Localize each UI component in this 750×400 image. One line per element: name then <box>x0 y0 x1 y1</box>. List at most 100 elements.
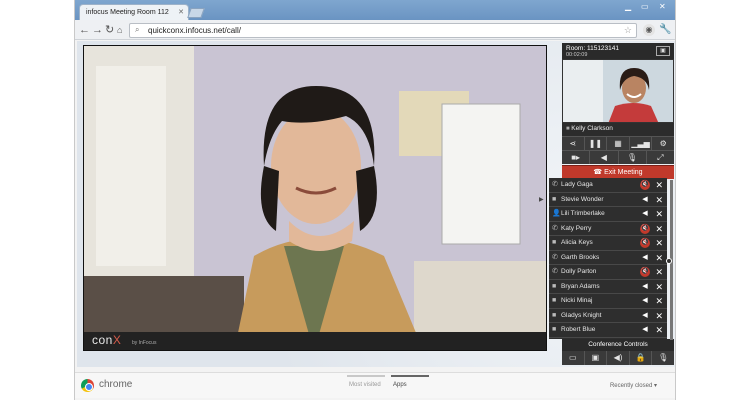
share-icon[interactable]: ⋖ <box>562 137 585 150</box>
remove-participant-icon[interactable]: ✕ <box>655 178 663 192</box>
participant-row[interactable]: ■ Nicki Minaj ◀ ✕ <box>549 294 667 309</box>
mute-all-speaker-icon[interactable]: ◀) <box>607 351 630 365</box>
lock-icon[interactable]: 🔒 <box>630 351 653 365</box>
remove-participant-icon[interactable]: ✕ <box>655 265 663 279</box>
speaker-icon[interactable]: ◀ <box>640 311 650 321</box>
presenter-icon[interactable]: ▣ <box>585 351 608 365</box>
exit-meeting-button[interactable]: ☎ Exit Meeting <box>562 165 674 179</box>
speaker-muted-icon[interactable]: 🔇 <box>640 267 650 277</box>
recently-closed-link[interactable]: Recently closed ▾ <box>610 382 657 389</box>
participant-row[interactable]: ✆ Dolly Parton 🔇 ✕ <box>549 265 667 280</box>
user-add-icon: 👤 <box>552 210 561 217</box>
selected-arrow-icon: ▶ <box>539 196 544 203</box>
video-icon: ■ <box>552 282 557 290</box>
browser-window: infocus Meeting Room 112 ✕ ▁ ▭ ✕ ← → ↻ ⌂… <box>74 0 676 400</box>
participant-name: Lady Gaga <box>561 181 593 188</box>
remove-participant-icon[interactable]: ✕ <box>655 251 663 265</box>
close-window-icon[interactable]: ✕ <box>659 2 666 11</box>
participant-name: Katy Perry <box>561 224 592 232</box>
wrench-icon[interactable]: 🔧 <box>659 24 671 36</box>
participant-row[interactable]: ■ Gladys Knight ◀ ✕ <box>549 309 667 323</box>
tab-apps[interactable]: Apps <box>391 375 429 388</box>
tab-title: infocus Meeting Room 112 <box>86 9 169 16</box>
speaker-icon[interactable]: ◀ <box>640 296 650 306</box>
back-icon[interactable]: ← <box>79 23 90 37</box>
speaker-icon[interactable]: ◀ <box>640 325 650 335</box>
speaker-icon[interactable]: ◀ <box>640 195 650 205</box>
elapsed-time: 00:02:09 <box>566 52 588 58</box>
video-icon: ■ <box>552 239 557 246</box>
scroll-handle[interactable] <box>666 258 672 264</box>
camera-icon[interactable]: ■▸ <box>562 151 591 164</box>
remove-participant-icon[interactable]: ✕ <box>655 323 663 337</box>
room-number: Room: 115123141 <box>566 45 620 52</box>
browser-tab[interactable]: infocus Meeting Room 112 ✕ <box>79 4 189 20</box>
remote-video-feed <box>84 46 546 350</box>
participant-row[interactable]: ✆ Garth Brooks ◀ ✕ <box>549 251 667 265</box>
phone-icon: ✆ <box>552 253 558 261</box>
conx-by-text: by InFocus <box>132 340 157 346</box>
pause-icon[interactable]: ❚❚ <box>585 137 608 150</box>
speaker-icon[interactable]: ◀ <box>640 253 650 263</box>
bookmark-star-icon[interactable]: ☆ <box>624 25 632 36</box>
participant-name: Gladys Knight <box>561 311 602 319</box>
settings-gear-icon[interactable]: ⚙ <box>652 137 674 150</box>
minimize-icon[interactable]: ▁ <box>625 2 631 11</box>
self-view-video[interactable] <box>562 59 674 123</box>
control-row-top: ⋖ ❚❚ ▦ ▁▃▅ ⚙ <box>562 136 674 150</box>
address-bar[interactable]: ⌕ quickconx.infocus.net/call/ ☆ <box>129 23 637 38</box>
participant-name: Dolly Parton <box>561 268 597 275</box>
participant-row[interactable]: 👤 Lili Trimberlake ◀ ✕ <box>549 207 667 222</box>
participant-row[interactable]: ✆ Lady Gaga 🔇 ✕ <box>549 178 667 193</box>
speaker-muted-icon[interactable]: 🔇 <box>640 180 650 190</box>
conx-branding-bar: conX by InFocus <box>84 332 546 350</box>
hangup-icon: ☎ <box>593 169 605 176</box>
phone-icon: ✆ <box>552 268 558 275</box>
remove-participant-icon[interactable]: ✕ <box>655 222 663 236</box>
participant-name: Garth Brooks <box>561 253 600 261</box>
speaker-icon[interactable]: ◀ <box>640 282 650 292</box>
reload-icon[interactable]: ↻ <box>105 23 114 37</box>
remove-participant-icon[interactable]: ✕ <box>655 207 663 221</box>
new-tab-page-bar: chrome Most visited Apps Recently closed… <box>75 372 675 398</box>
conference-controls-row: ▭ ▣ ◀) 🔒 🎙 <box>562 351 674 365</box>
video-icon: ■ <box>552 326 557 333</box>
fullscreen-icon[interactable]: ⤢ <box>647 151 674 164</box>
microphone-icon[interactable]: 🎙 <box>619 151 647 164</box>
remove-participant-icon[interactable]: ✕ <box>655 280 663 294</box>
control-row-bottom: ■▸ ◀ 🎙 ⤢ <box>562 150 674 164</box>
participant-name: Bryan Adams <box>561 282 600 290</box>
extension-icon[interactable]: ◉ <box>643 24 655 36</box>
stats-icon[interactable]: ▁▃▅ <box>630 137 653 150</box>
speaker-muted-icon[interactable]: 🔇 <box>640 223 650 234</box>
layout-icon[interactable]: ▭ <box>562 351 585 365</box>
self-video-feed <box>563 60 673 122</box>
video-icon: ■ <box>552 311 557 319</box>
speaker-icon[interactable]: ◀ <box>640 209 650 219</box>
participant-row[interactable]: ■ Robert Blue ◀ ✕ <box>549 323 667 338</box>
main-video[interactable]: conX by InFocus <box>83 45 547 351</box>
new-tab-button[interactable] <box>187 8 205 18</box>
participant-row[interactable]: ■ Bryan Adams ◀ ✕ <box>549 280 667 294</box>
tab-close-icon[interactable]: ✕ <box>178 8 184 16</box>
grid-layout-icon[interactable]: ▦ <box>607 137 630 150</box>
remove-participant-icon[interactable]: ✕ <box>655 294 663 308</box>
participant-row[interactable]: ■ Stevie Wonder ◀ ✕ ▶ <box>539 193 667 207</box>
forward-icon[interactable]: → <box>92 23 103 37</box>
mute-all-mic-icon[interactable]: 🎙 <box>652 351 674 365</box>
conference-controls-header: Conference Controls <box>562 339 674 351</box>
title-bar: infocus Meeting Room 112 ✕ ▁ ▭ ✕ <box>75 0 675 20</box>
screen-share-icon[interactable]: ▣ <box>656 46 670 56</box>
home-icon[interactable]: ⌂ <box>117 23 122 37</box>
url-text: quickconx.infocus.net/call/ <box>148 26 241 35</box>
speaker-icon[interactable]: ◀ <box>590 151 619 164</box>
remove-participant-icon[interactable]: ✕ <box>655 309 663 323</box>
remove-participant-icon[interactable]: ✕ <box>655 193 663 207</box>
participant-row[interactable]: ✆ Katy Perry 🔇 ✕ <box>549 222 667 236</box>
participant-list: ✆ Lady Gaga 🔇 ✕ ■ Stevie Wonder ◀ ✕ ▶ 👤 Lili Trimb… <box>539 178 667 339</box>
speaker-muted-icon[interactable]: 🔇 <box>640 238 650 248</box>
participant-row[interactable]: ■ Alicia Keys 🔇 ✕ <box>549 236 667 251</box>
maximize-icon[interactable]: ▭ <box>641 2 649 11</box>
tab-most-visited[interactable]: Most visited <box>347 375 385 388</box>
remove-participant-icon[interactable]: ✕ <box>655 236 663 250</box>
